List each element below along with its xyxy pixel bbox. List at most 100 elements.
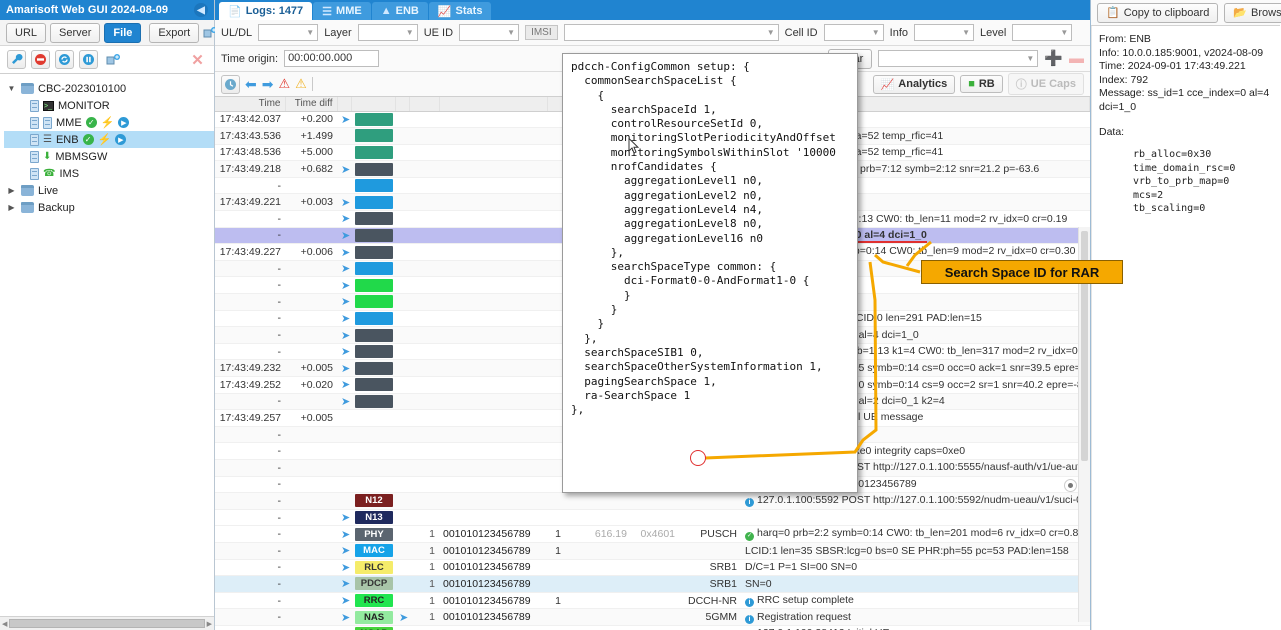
tree-item-backup[interactable]: ▶ Backup xyxy=(4,199,214,216)
cell-dir xyxy=(409,376,439,394)
table-row[interactable]: - ➤ MAC 1 001010123456789 1 LCID:1 len=35 SBSR… xyxy=(215,542,1090,560)
time-origin-input[interactable]: 00:00:00.000 xyxy=(284,50,380,67)
chevron-down-icon: ▼ xyxy=(1026,54,1035,63)
scroll-left-icon[interactable]: ◀ xyxy=(2,620,7,628)
cell-time-diff xyxy=(285,608,337,626)
cell-layer xyxy=(351,260,395,278)
filter-uldl-select[interactable]: ▼ xyxy=(258,24,319,41)
chevron-right-icon[interactable]: ▶ xyxy=(6,203,17,212)
tree-item-mme[interactable]: MME ✓ ⚡ ▶ xyxy=(4,114,214,131)
back-arrow-icon[interactable]: ⬅ xyxy=(245,76,257,93)
cell-dir xyxy=(409,476,439,494)
table-row[interactable]: - ➤ PDCP 1 001010123456789 SRB1 SN=0 xyxy=(215,575,1090,593)
scroll-right-icon[interactable]: ▶ xyxy=(207,620,212,628)
scroll-thumb[interactable] xyxy=(9,619,205,628)
analytics-button[interactable]: 📈 Analytics xyxy=(872,74,956,94)
tab-logs[interactable]: 📄 Logs: 1477 xyxy=(219,2,313,20)
chevron-right-icon[interactable]: ▶ xyxy=(6,186,17,195)
cell-layer xyxy=(351,376,395,394)
layer-badge: N13 xyxy=(355,511,393,525)
cell-time: - xyxy=(215,608,285,626)
ue-caps-button[interactable]: ⓘ UE Caps xyxy=(1007,73,1084,95)
tab-enb[interactable]: ▲ ENB xyxy=(371,2,428,20)
cell-rnti xyxy=(631,559,679,577)
filter-label-info: Info xyxy=(889,26,908,39)
cell-layer xyxy=(351,426,395,444)
filter-info-select[interactable]: ▼ xyxy=(914,24,974,41)
rb-button[interactable]: ■ RB xyxy=(960,75,1003,93)
filter-level-select[interactable]: ▼ xyxy=(1012,24,1073,41)
filter-layer-select[interactable]: ▼ xyxy=(357,24,418,41)
node-tree: ▼ CBC-2023010100 >_ MONITOR MME ✓ ⚡ ▶ ☰ … xyxy=(0,74,214,616)
cell-arrow-2 xyxy=(395,476,409,494)
tree-item-cbc[interactable]: ▼ CBC-2023010100 xyxy=(4,80,214,97)
plus-icon[interactable]: ➕ xyxy=(1044,51,1063,66)
tree-item-live[interactable]: ▶ Live xyxy=(4,182,214,199)
minus-icon[interactable]: ▬ xyxy=(1069,51,1084,66)
tree-item-mbmsgw[interactable]: ⬇ MBMSGW xyxy=(4,148,214,165)
refresh-icon[interactable] xyxy=(55,50,74,69)
server-button[interactable]: Server xyxy=(50,22,101,43)
cell-cell-id xyxy=(547,492,569,510)
stop-icon[interactable] xyxy=(31,50,50,69)
cell-arrow-2 xyxy=(395,127,409,145)
sidebar-horizontal-scrollbar[interactable]: ◀ ▶ xyxy=(0,616,214,630)
wrench-icon[interactable] xyxy=(7,50,26,69)
cell-dir xyxy=(409,210,439,228)
preset-select[interactable]: ▼ xyxy=(878,50,1039,67)
filter-imsi-select[interactable]: ▼ xyxy=(563,24,779,41)
tab-stats[interactable]: 📈 Stats xyxy=(428,2,492,20)
play-icon[interactable]: ▶ xyxy=(115,134,127,145)
col-dir[interactable] xyxy=(409,97,440,112)
export-button[interactable]: Export xyxy=(149,22,200,43)
copy-to-clipboard-button[interactable]: 📋 Copy to clipboard xyxy=(1097,2,1219,23)
clock-icon[interactable] xyxy=(221,74,240,94)
pause-icon[interactable] xyxy=(79,50,98,69)
log-vertical-scrollbar[interactable] xyxy=(1078,227,1090,622)
col-ueid[interactable] xyxy=(439,97,548,112)
cell-time-diff xyxy=(285,310,337,328)
resize-handle[interactable] xyxy=(1064,479,1077,492)
cell-time: - xyxy=(215,276,285,295)
table-row[interactable]: - N12 i 127.0.1.100:5592 POST http://127.0.… xyxy=(215,492,1090,510)
table-row[interactable]: - ➤ RRC 1 001010123456789 1 DCCH-NR i RRC setup … xyxy=(215,592,1090,610)
cell-arrow-2 xyxy=(395,210,409,228)
filter-cellid-select[interactable]: ▼ xyxy=(823,24,884,41)
play-icon[interactable]: ▶ xyxy=(118,117,130,128)
add-node-icon[interactable] xyxy=(103,50,122,69)
error-icon[interactable]: ⚠ xyxy=(278,76,290,92)
table-row[interactable]: - ➤ PHY 1 001010123456789 1 616.19 0x4601 PUSCH ✓… xyxy=(215,525,1090,543)
tree-item-monitor[interactable]: >_ MONITOR xyxy=(4,97,214,114)
folder-icon: 📂 xyxy=(1233,6,1248,19)
close-icon[interactable]: ✕ xyxy=(188,50,207,69)
cell-dir xyxy=(409,393,439,411)
download-icon: ⬇ xyxy=(43,151,52,162)
cell-message: iRegistration request xyxy=(741,608,1090,626)
cell-time-diff: +0.005 xyxy=(285,359,337,377)
table-row[interactable]: - ➤ N13 xyxy=(215,509,1090,527)
cell-time-diff: +5.000 xyxy=(285,144,337,162)
table-row[interactable]: - NGAP➤1001010123456789 i127.0.1.100:38412… xyxy=(215,625,1090,630)
tree-item-enb[interactable]: ☰ ENB ✓ ⚡ ▶ xyxy=(4,131,214,148)
url-button[interactable]: URL xyxy=(6,22,47,43)
file-button[interactable]: File xyxy=(104,22,142,43)
filter-ueid-select[interactable]: ▼ xyxy=(459,24,520,41)
col-time[interactable]: Time xyxy=(215,97,286,112)
phone-icon: ☎ xyxy=(43,168,56,179)
browse-button[interactable]: 📂 Browse xyxy=(1224,2,1281,23)
warning-icon[interactable]: ⚠ xyxy=(295,76,307,92)
cell-direction-arrow: ➤ xyxy=(337,542,351,560)
col-layer[interactable] xyxy=(351,97,396,112)
chevron-left-icon[interactable]: ◀ xyxy=(194,3,208,17)
table-row[interactable]: - ➤ NAS ➤ 1 001010123456789 5GMM i Registration … xyxy=(215,608,1090,626)
tab-mme[interactable]: ☰ MME xyxy=(313,2,371,20)
cell-time: - xyxy=(215,260,285,278)
tree-item-ims[interactable]: ☎ IMS xyxy=(4,165,214,182)
col-timediff[interactable]: Time diff xyxy=(285,97,338,112)
cell-time: - xyxy=(215,310,285,328)
col-arrow2 xyxy=(395,97,410,112)
table-row[interactable]: - ➤ RLC 1 001010123456789 SRB1 D/C=1 P=1 SI=00… xyxy=(215,559,1090,577)
forward-arrow-icon[interactable]: ➡ xyxy=(262,76,274,93)
cell-direction-arrow: ➤ xyxy=(337,276,351,295)
chevron-down-icon[interactable]: ▼ xyxy=(6,84,17,93)
